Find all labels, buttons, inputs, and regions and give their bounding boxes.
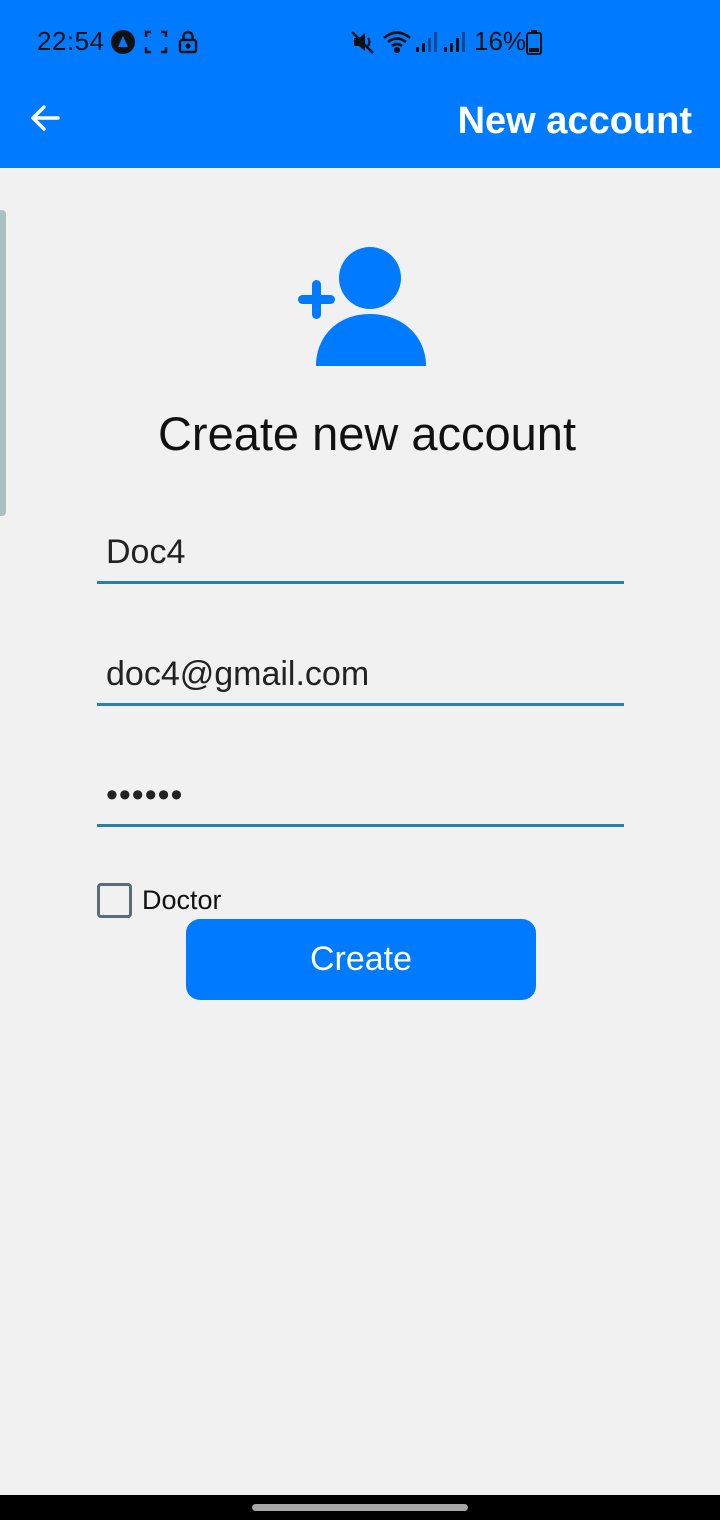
person-add-icon [296,244,430,370]
doctor-checkbox-row[interactable]: Doctor [97,882,222,918]
doctor-checkbox-label: Doctor [142,884,222,915]
password-field [97,767,624,827]
edge-panel-handle[interactable] [0,210,6,516]
app-bar: New account [0,84,720,168]
status-time: 22:54 [37,26,105,56]
back-button[interactable] [20,98,70,142]
app-notification-icon [110,30,136,54]
page-title: New account [457,100,692,142]
top-bar: 22:54 16% New account [0,0,720,168]
mute-icon [350,30,376,54]
create-button[interactable]: Create [186,919,536,1000]
signal-icon [442,30,466,54]
email-field [97,646,624,706]
signal-icon [414,30,438,54]
battery-percent: 16% [474,26,527,56]
navigation-bar [0,1495,720,1520]
status-bar: 22:54 16% [0,0,720,84]
name-field [97,524,624,584]
doctor-checkbox[interactable] [97,882,132,918]
page-heading: Create new account [157,407,577,460]
wifi-icon [382,30,412,54]
email-input[interactable] [97,646,624,703]
name-input[interactable] [97,524,624,581]
password-input[interactable] [97,767,624,824]
new-account-screen: 22:54 16% New account Create new account… [0,0,720,1520]
lock-icon [177,30,199,54]
arrow-left-icon [29,104,61,137]
home-gesture-bar[interactable] [252,1504,468,1511]
screenshot-icon [144,30,168,54]
battery-icon [526,30,542,55]
